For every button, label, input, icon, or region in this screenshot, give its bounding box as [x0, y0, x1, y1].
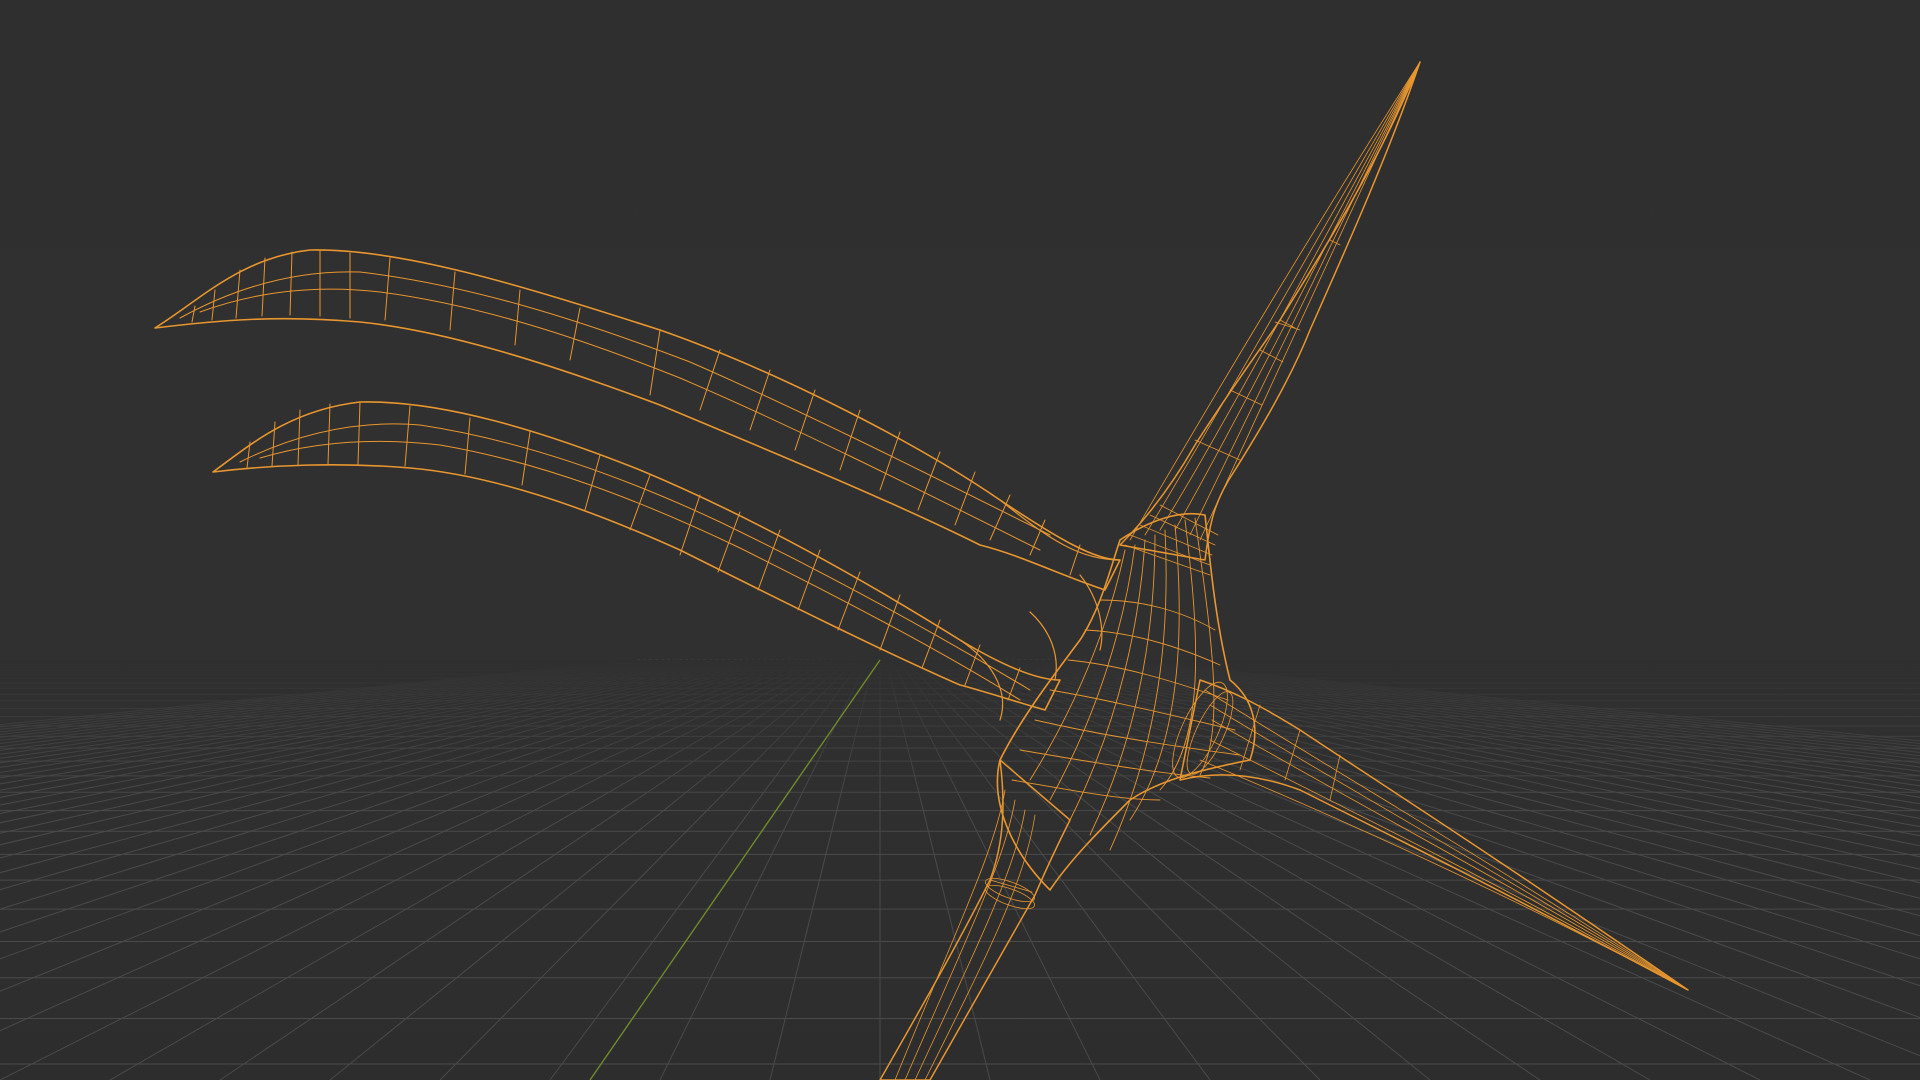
upper-tine-edge-loop	[179, 271, 1051, 536]
top-spike-outline	[1119, 61, 1421, 561]
upper-tine-edge-loop	[199, 288, 1041, 551]
top-spike[interactable]	[1119, 61, 1421, 576]
top-spike-mesh-lines	[1124, 61, 1421, 576]
upper-tine-rings	[191, 250, 1081, 576]
lower-tine-rings	[246, 401, 1021, 701]
3d-viewport[interactable]	[0, 0, 1920, 1080]
viewport-canvas[interactable]	[0, 0, 1920, 1080]
grid-horizon-fade	[0, 660, 1920, 1080]
